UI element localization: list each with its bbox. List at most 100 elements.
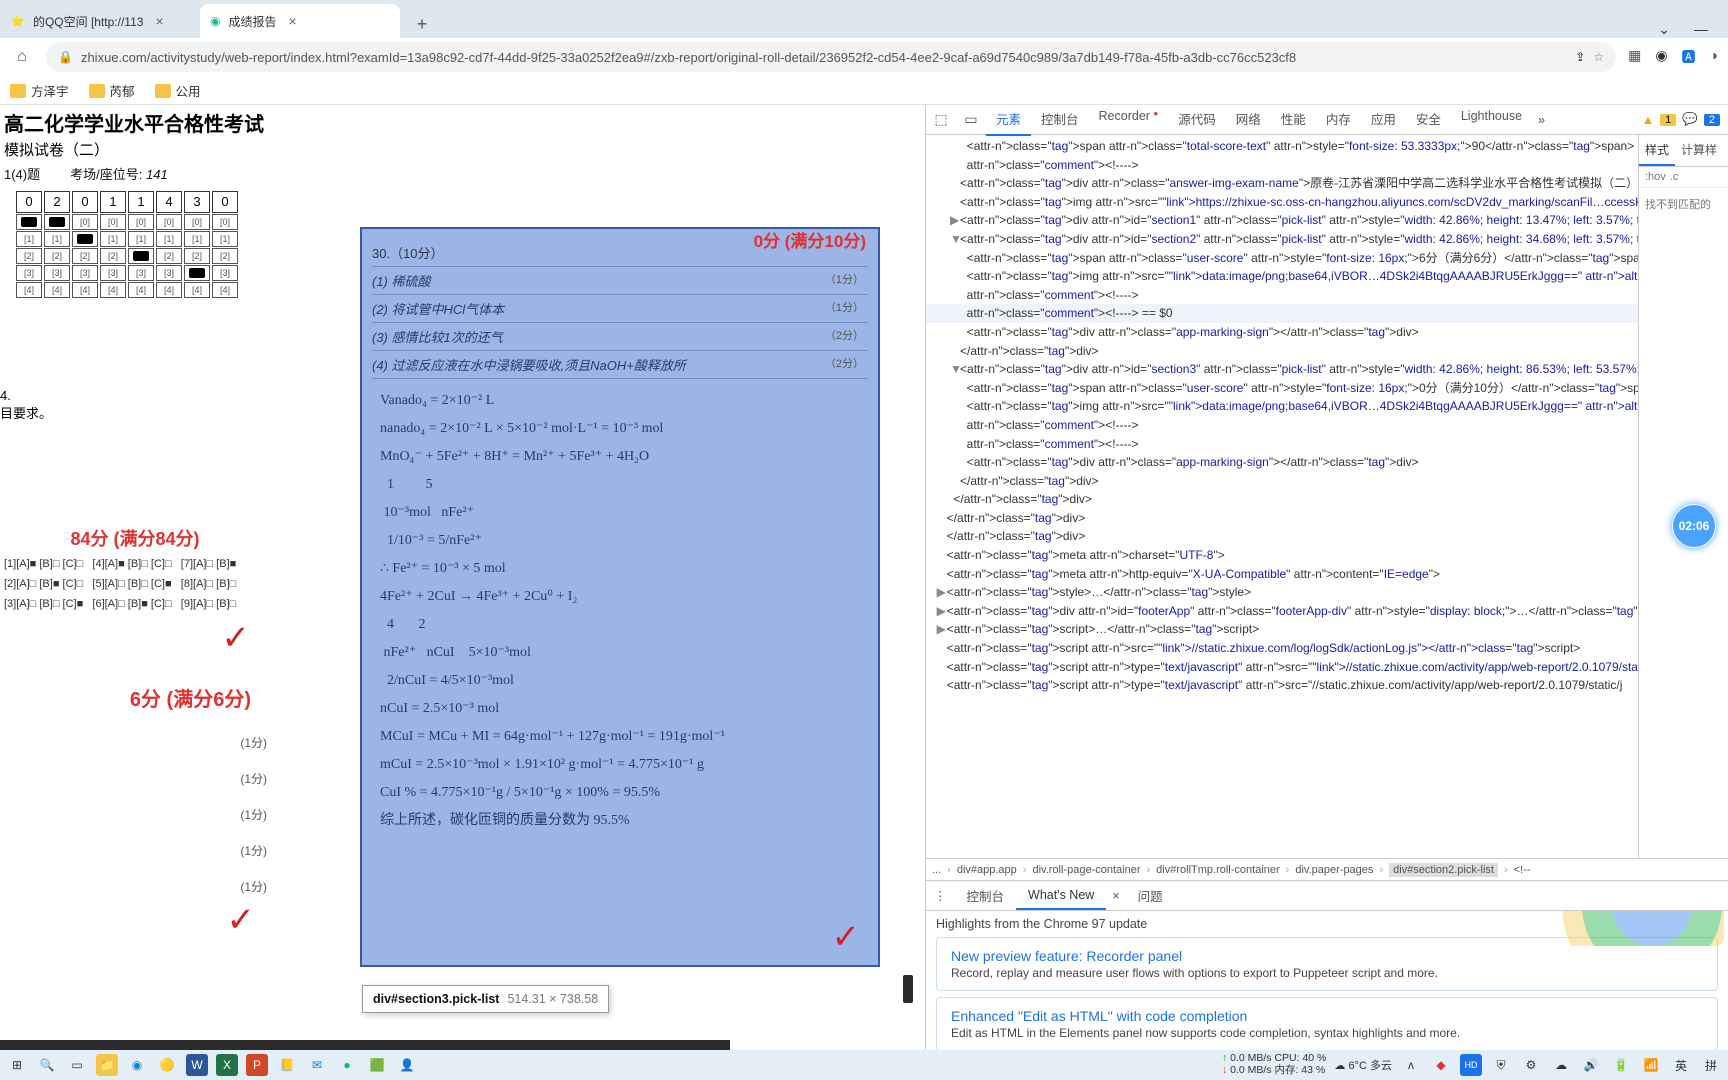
section2-box: 6分 (满分6分) (1分) (1分) (1分) (1分) (1分) ✓ — [0, 675, 275, 940]
elements-panel[interactable]: <attr-n">class="tag">span attr-n">class=… — [926, 135, 1638, 858]
inspect-icon[interactable]: ⬚ — [926, 111, 956, 128]
ext-icon[interactable]: ◑ — [1710, 47, 1718, 67]
ppt-icon[interactable]: P — [246, 1054, 268, 1076]
close-icon[interactable]: × — [1106, 889, 1125, 903]
tray-icon[interactable]: ʌ — [1400, 1054, 1422, 1076]
score-label-6: 6分 (满分6分) — [0, 675, 275, 720]
browser-tab-report[interactable]: ◉ 成绩报告 × — [200, 4, 400, 38]
warn-badge[interactable]: 1 — [1660, 114, 1676, 126]
excel-icon[interactable]: X — [216, 1054, 238, 1076]
drawer-menu-icon[interactable]: ⋮ — [926, 888, 955, 903]
section3-highlight[interactable]: 0分 (满分10分) 30.（10分） (1) 稀硫酸（1分）(2) 将试管中H… — [360, 227, 880, 967]
close-icon[interactable]: × — [151, 13, 167, 29]
start-icon[interactable]: ⊞ — [6, 1054, 28, 1076]
tray-icon[interactable]: ⚙ — [1520, 1054, 1542, 1076]
exam-header: 高二化学学业水平合格性考试 模拟试卷（二） 1(4)题 考场/座位号: 141 … — [0, 111, 280, 422]
card-title: New preview feature: Recorder panel — [951, 948, 1703, 964]
browser-chrome: ⭐ 的QQ空间 [http://113 × ◉ 成绩报告 × + ⌄ — ⌂ 🔒… — [0, 0, 1728, 105]
app-icon[interactable]: 🟩 — [366, 1054, 388, 1076]
filter-row[interactable]: :hov .c — [1639, 167, 1728, 188]
info-badge[interactable]: 2 — [1704, 114, 1720, 126]
search-icon[interactable]: 🔍 — [36, 1054, 58, 1076]
devtools-tab[interactable]: 控制台 — [1031, 103, 1089, 136]
bookmark-folder[interactable]: 公用 — [155, 81, 201, 100]
address-bar: ⌂ 🔒 ⇪ ☆ ▦ ◉ 🅰 ◑ — [0, 38, 1728, 76]
new-tab-button[interactable]: + — [408, 10, 436, 38]
ext-icon[interactable]: ◉ — [1655, 47, 1667, 67]
star-icon[interactable]: ☆ — [1593, 50, 1604, 64]
extension-icons: ▦ ◉ 🅰 ◑ — [1628, 47, 1718, 67]
app-icon[interactable]: 👤 — [396, 1054, 418, 1076]
q30-header: 30.（10分） — [372, 239, 868, 267]
devtools: ⬚ ▭ 元素控制台Recorder ●源代码网络性能内存应用安全Lighthou… — [925, 105, 1728, 1050]
devtools-tabs: 元素控制台Recorder ●源代码网络性能内存应用安全Lighthouse — [986, 103, 1532, 136]
task-view-icon[interactable]: ▭ — [66, 1054, 88, 1076]
devtools-tab[interactable]: 网络 — [1226, 103, 1271, 136]
blank-line: (1分) — [0, 864, 275, 900]
folder-icon — [155, 84, 171, 98]
browser-tab-qq[interactable]: ⭐ 的QQ空间 [http://113 × — [0, 4, 200, 38]
drawer-body: Highlights from the Chrome 97 update New… — [926, 911, 1728, 1050]
blank-line: (1分) — [0, 792, 275, 828]
wechat-icon[interactable]: ● — [336, 1054, 358, 1076]
close-icon[interactable]: × — [285, 13, 301, 29]
tray-icon[interactable]: ⛨ — [1490, 1054, 1512, 1076]
share-icon[interactable]: ⇪ — [1575, 50, 1585, 64]
home-icon[interactable]: ⌂ — [10, 48, 34, 66]
checkmark-icon: ✓ — [832, 917, 861, 957]
drawer-tab-issues[interactable]: 问题 — [1126, 880, 1175, 911]
chrome-logo — [1544, 911, 1724, 946]
exam-meta: 1(4)题 考场/座位号: 141 — [0, 164, 280, 183]
volume-icon[interactable]: 🔊 — [1580, 1054, 1602, 1076]
chrome-icon[interactable]: 🟡 — [156, 1054, 178, 1076]
ime-mode[interactable]: 拼 — [1700, 1054, 1722, 1076]
devtools-tab[interactable]: 安全 — [1406, 103, 1451, 136]
app-icon[interactable]: 📒 — [276, 1054, 298, 1076]
ext-icon[interactable]: ▦ — [1628, 47, 1641, 67]
url-field-wrap[interactable]: 🔒 ⇪ ☆ — [46, 42, 1616, 72]
dropdown-icon[interactable]: ⌄ — [1658, 21, 1670, 38]
drawer-tab-whatsnew[interactable]: What's New — [1016, 882, 1106, 910]
exam-title: 高二化学学业水平合格性考试 — [0, 111, 280, 139]
devtools-tab[interactable]: 应用 — [1361, 103, 1406, 136]
devtools-tab[interactable]: 性能 — [1271, 103, 1316, 136]
mail-icon[interactable]: ✉ — [306, 1054, 328, 1076]
word-icon[interactable]: W — [186, 1054, 208, 1076]
exam-scroll[interactable]: 高二化学学业水平合格性考试 模拟试卷（二） 1(4)题 考场/座位号: 141 … — [0, 105, 925, 1050]
tray-icon[interactable]: ◆ — [1430, 1054, 1452, 1076]
device-icon[interactable]: ▭ — [956, 111, 986, 128]
floating-timer[interactable]: 02:06 — [1672, 504, 1716, 548]
computed-tab[interactable]: 计算样 — [1675, 135, 1723, 166]
bookmark-folder[interactable]: 方泽宇 — [10, 81, 69, 100]
more-tabs-icon[interactable]: » — [1532, 113, 1551, 127]
url-input[interactable] — [81, 50, 1567, 65]
drawer-tab-console[interactable]: 控制台 — [955, 880, 1017, 911]
onedrive-icon[interactable]: ☁ — [1550, 1054, 1572, 1076]
translate-icon[interactable]: 🅰 — [1682, 47, 1696, 67]
mcq-grid: [1][A]■ [B]□ [C]□ [4][A]■ [B]□ [C]□ [7][… — [0, 551, 270, 618]
minimize-icon[interactable]: — — [1694, 21, 1708, 38]
battery-icon[interactable]: 🔋 — [1610, 1054, 1632, 1076]
devtools-tab[interactable]: Lighthouse — [1451, 103, 1532, 136]
elements-breadcrumb[interactable]: ...›div#app.app›div.roll-page-container›… — [926, 858, 1728, 880]
tab-favicon: ◉ — [210, 14, 220, 28]
section1-box: 84分 (满分84分) [1][A]■ [B]□ [C]□ [4][A]■ [B… — [0, 525, 270, 658]
devtools-tab[interactable]: 内存 — [1316, 103, 1361, 136]
weather-widget[interactable]: ☁ 6°C 多云 — [1334, 1057, 1392, 1073]
card-title: Enhanced "Edit as HTML" with code comple… — [951, 1008, 1703, 1024]
scrollbar-thumb[interactable] — [903, 975, 913, 1003]
explorer-icon[interactable]: 📁 — [96, 1054, 118, 1076]
styles-tab[interactable]: 样式 — [1639, 135, 1675, 166]
devtools-tab[interactable]: Recorder ● — [1089, 103, 1169, 136]
card-desc: Record, replay and measure user flows wi… — [951, 966, 1703, 980]
wifi-icon[interactable]: 📶 — [1640, 1054, 1662, 1076]
ime-lang[interactable]: 英 — [1670, 1054, 1692, 1076]
tab-favicon: ⭐ — [10, 14, 25, 28]
tray-icon[interactable]: HD — [1460, 1054, 1482, 1076]
blank-line: (1分) — [0, 828, 275, 864]
devtools-tab[interactable]: 元素 — [986, 103, 1031, 136]
devtools-tab[interactable]: 源代码 — [1168, 103, 1226, 136]
whatsnew-card[interactable]: Enhanced "Edit as HTML" with code comple… — [936, 997, 1718, 1050]
edge-icon[interactable]: ◉ — [126, 1054, 148, 1076]
bookmark-folder[interactable]: 芮郁 — [89, 81, 135, 100]
